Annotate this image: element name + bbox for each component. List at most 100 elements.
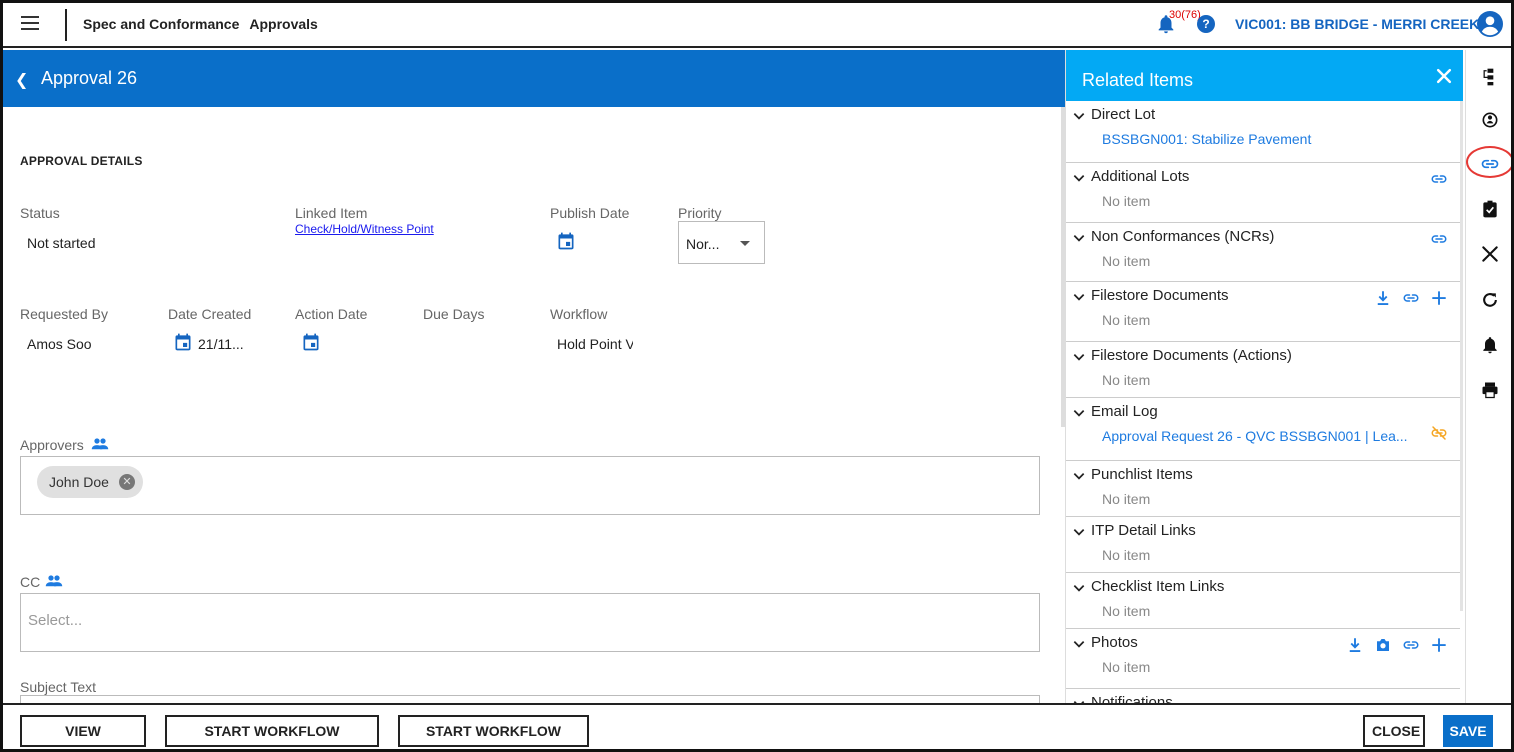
related-section: Filestore Documents (Actions) No item bbox=[1066, 342, 1460, 398]
priority-select[interactable]: Nor... bbox=[678, 221, 765, 264]
chevron-down-icon[interactable] bbox=[1072, 581, 1086, 595]
related-section: Non Conformances (NCRs) No item bbox=[1066, 223, 1460, 282]
calendar-icon[interactable] bbox=[301, 332, 321, 352]
workflow-value: Hold Point V bbox=[557, 336, 633, 352]
user-account-icon[interactable] bbox=[1477, 11, 1503, 37]
priority-value: Nor... bbox=[686, 236, 720, 252]
linked-item-label: Linked Item bbox=[295, 205, 368, 221]
person-badge-icon[interactable] bbox=[1480, 110, 1500, 130]
page-name: Approvals bbox=[249, 16, 318, 32]
related-section: Punchlist Items No item bbox=[1066, 461, 1460, 517]
related-section: Email Log Approval Request 26 - QVC BSSBG… bbox=[1066, 398, 1460, 461]
subject-label: Subject Text bbox=[20, 679, 97, 695]
chevron-down-icon[interactable] bbox=[1072, 171, 1086, 185]
bell-icon[interactable] bbox=[1480, 335, 1500, 355]
cc-label: CC bbox=[20, 574, 41, 590]
workflow-icon[interactable] bbox=[1480, 67, 1500, 87]
cc-input[interactable] bbox=[28, 612, 628, 629]
approver-chip[interactable]: John Doe ✕ bbox=[37, 466, 143, 498]
related-section-label[interactable]: Punchlist Items bbox=[1091, 466, 1193, 483]
cc-field[interactable] bbox=[20, 593, 1040, 652]
unlink-icon[interactable] bbox=[1430, 424, 1448, 442]
related-section: Direct Lot BSSBGN001: Stabilize Pavement bbox=[1066, 101, 1460, 163]
related-section: Photos No item bbox=[1066, 629, 1460, 689]
help-icon[interactable]: ? bbox=[1197, 15, 1215, 33]
start-workflow-preview-button[interactable]: START WORKFLOW (PREVIEW) bbox=[165, 715, 379, 747]
workflow-label: Workflow bbox=[550, 306, 608, 322]
related-section-label[interactable]: Direct Lot bbox=[1091, 106, 1155, 123]
clipboard-check-icon[interactable] bbox=[1480, 199, 1500, 219]
link-icon[interactable] bbox=[1430, 230, 1448, 248]
remove-chip-icon[interactable]: ✕ bbox=[118, 474, 135, 490]
requested-by-label: Requested By bbox=[20, 306, 108, 322]
related-list: Direct Lot BSSBGN001: Stabilize Pavement A… bbox=[1066, 101, 1460, 703]
related-item-link[interactable]: BSSBGN001: Stabilize Pavement bbox=[1102, 131, 1311, 147]
date-created-value: 21/11... bbox=[198, 336, 244, 352]
close-button[interactable]: CLOSE bbox=[1363, 715, 1425, 747]
chevron-down-icon bbox=[740, 241, 750, 246]
chevron-down-icon[interactable] bbox=[1072, 290, 1086, 304]
related-scrollbar[interactable] bbox=[1460, 101, 1463, 611]
related-section-label[interactable]: Photos bbox=[1091, 634, 1138, 651]
chevron-down-icon[interactable] bbox=[1072, 406, 1086, 420]
page-title: Approval 26 bbox=[41, 68, 138, 88]
chevron-down-icon[interactable] bbox=[1072, 469, 1086, 483]
requested-by-value: Amos Soo bbox=[27, 336, 92, 352]
close-icon[interactable] bbox=[1480, 244, 1500, 264]
download-icon[interactable] bbox=[1346, 636, 1364, 654]
calendar-icon[interactable] bbox=[173, 332, 193, 352]
related-section: ITP Detail Links No item bbox=[1066, 517, 1460, 573]
section-title: APPROVAL DETAILS bbox=[20, 154, 143, 168]
related-header: Related Items bbox=[1066, 50, 1463, 101]
chevron-down-icon[interactable] bbox=[1072, 637, 1086, 651]
due-days-label: Due Days bbox=[423, 306, 485, 322]
link-icon[interactable] bbox=[1430, 170, 1448, 188]
chevron-down-icon[interactable] bbox=[1072, 350, 1086, 364]
right-toolbar bbox=[1465, 50, 1511, 703]
empty-state-text: No item bbox=[1102, 547, 1151, 563]
related-section-label[interactable]: Additional Lots bbox=[1091, 168, 1189, 185]
print-icon[interactable] bbox=[1480, 380, 1500, 400]
app-title: Spec and Conformance Approvals bbox=[83, 16, 318, 32]
hamburger-menu-icon[interactable] bbox=[21, 16, 39, 30]
related-item-link[interactable]: Approval Request 26 - QVC BSSBGN001 | Le… bbox=[1102, 428, 1408, 444]
people-icon[interactable] bbox=[91, 437, 109, 451]
related-section-label[interactable]: Checklist Item Links bbox=[1091, 578, 1224, 595]
chevron-down-icon[interactable] bbox=[1072, 231, 1086, 245]
plus-icon[interactable] bbox=[1430, 636, 1448, 654]
close-icon[interactable] bbox=[1434, 66, 1454, 86]
back-chevron-icon[interactable]: ❮ bbox=[15, 70, 28, 90]
app-window: Spec and Conformance Approvals 30(76) ? V… bbox=[0, 0, 1514, 752]
related-section-label[interactable]: Email Log bbox=[1091, 403, 1158, 420]
save-button[interactable]: SAVE bbox=[1443, 715, 1493, 747]
camera-icon[interactable] bbox=[1374, 636, 1392, 654]
notification-count: 30(76) bbox=[1169, 9, 1201, 21]
related-section: Notifications bbox=[1066, 689, 1460, 703]
link-icon[interactable] bbox=[1402, 636, 1420, 654]
approvers-field[interactable]: John Doe ✕ bbox=[20, 456, 1040, 515]
start-workflow-send-button[interactable]: START WORKFLOW (SEND) bbox=[398, 715, 589, 747]
plus-icon[interactable] bbox=[1430, 289, 1448, 307]
related-items-panel: Related Items Direct Lot BSSBGN001: Stabi… bbox=[1065, 50, 1463, 703]
empty-state-text: No item bbox=[1102, 312, 1151, 328]
link-icon[interactable] bbox=[1402, 289, 1420, 307]
refresh-icon[interactable] bbox=[1480, 290, 1500, 310]
related-section-label[interactable]: Notifications bbox=[1091, 694, 1173, 703]
view-progress-button[interactable]: VIEW PROGRESS bbox=[20, 715, 146, 747]
related-section-label[interactable]: ITP Detail Links bbox=[1091, 522, 1196, 539]
related-section-label[interactable]: Filestore Documents bbox=[1091, 287, 1229, 304]
link-icon[interactable] bbox=[1480, 154, 1500, 174]
download-icon[interactable] bbox=[1374, 289, 1392, 307]
page-header: ❮ Approval 26 bbox=[3, 50, 1065, 107]
people-icon[interactable] bbox=[45, 574, 63, 588]
chevron-down-icon[interactable] bbox=[1072, 109, 1086, 123]
related-section-label[interactable]: Non Conformances (NCRs) bbox=[1091, 228, 1274, 245]
empty-state-text: No item bbox=[1102, 659, 1151, 675]
subject-field[interactable] bbox=[20, 695, 1040, 703]
chevron-down-icon[interactable] bbox=[1072, 525, 1086, 539]
related-section-label[interactable]: Filestore Documents (Actions) bbox=[1091, 347, 1292, 364]
calendar-icon[interactable] bbox=[556, 231, 576, 251]
project-name[interactable]: VIC001: BB BRIDGE - MERRI CREEK bbox=[1235, 16, 1479, 32]
linked-item-link[interactable]: Check/Hold/Witness Point bbox=[295, 222, 434, 236]
empty-state-text: No item bbox=[1102, 603, 1151, 619]
